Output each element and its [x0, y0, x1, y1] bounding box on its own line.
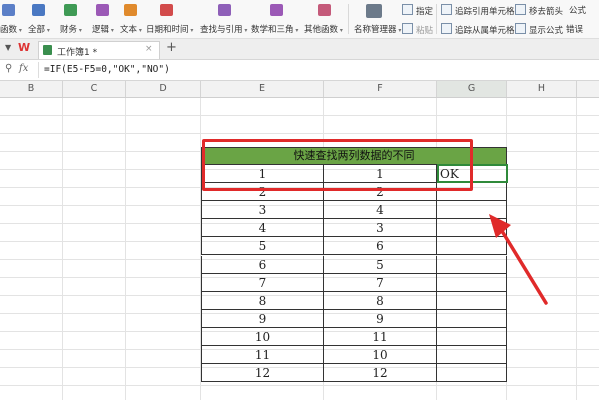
table-cell-f[interactable]: 4	[324, 201, 437, 219]
specify-icon	[402, 4, 413, 15]
fx-icon[interactable]: fx	[19, 63, 28, 74]
table-cell-f[interactable]: 5	[324, 256, 437, 274]
text-icon	[124, 4, 137, 16]
table-cell-f[interactable]: 6	[324, 237, 437, 255]
column-header-e[interactable]: E	[201, 81, 324, 97]
logic-icon	[96, 4, 109, 16]
trace-precedents-icon	[441, 4, 452, 15]
paste-icon	[402, 23, 413, 34]
table-cell-e[interactable]: 10	[201, 328, 324, 346]
column-header-c[interactable]: C	[63, 81, 126, 97]
new-tab-button[interactable]: +	[166, 40, 177, 55]
column-header-b[interactable]: B	[0, 81, 63, 97]
function-icon	[2, 4, 15, 16]
math-icon	[270, 4, 283, 16]
show-formula-button[interactable]: 显示公式	[515, 23, 563, 36]
lookup-icon	[218, 4, 231, 16]
app-logo-icon: W	[18, 41, 31, 54]
close-tab-icon[interactable]: ×	[145, 44, 153, 54]
grid-line	[62, 98, 63, 400]
divider	[436, 4, 437, 34]
divider	[38, 62, 39, 78]
tab-workbook1[interactable]: 工作簿1 * ×	[38, 41, 160, 59]
zoom-icon[interactable]: ⚲	[5, 63, 12, 74]
divider	[348, 4, 349, 34]
remove-arrows-icon	[515, 4, 526, 15]
specify-button[interactable]: 指定	[402, 4, 433, 17]
grid-line	[125, 98, 126, 400]
formula-bar: ⚲ fx =IF(E5-F5=0,"OK","NO")	[0, 60, 599, 81]
table-cell-f[interactable]: 3	[324, 219, 437, 237]
spreadsheet-icon	[43, 45, 52, 55]
show-formula-icon	[515, 23, 526, 34]
column-header-row: B C D E F G H	[0, 81, 599, 98]
finance-icon	[64, 4, 77, 16]
table-cell-e[interactable]: 8	[201, 292, 324, 310]
table-cell-f[interactable]: 11	[324, 328, 437, 346]
ribbon-toolbar: 函数 全部 财务 逻辑 文本 日期和时间 查找与引用 数学和三角 其他函数 名称…	[0, 0, 599, 39]
grid-line	[576, 98, 577, 400]
table-cell-e[interactable]: 11	[201, 346, 324, 364]
table-cell-e[interactable]: 6	[201, 256, 324, 274]
table-cell-e[interactable]: 9	[201, 310, 324, 328]
table-cell-f[interactable]: 10	[324, 346, 437, 364]
remove-arrows-button[interactable]: 移去箭头	[515, 4, 563, 17]
table-cell-e[interactable]: 5	[201, 237, 324, 255]
paste-button[interactable]: 粘贴	[402, 23, 433, 36]
table-cell-f[interactable]: 9	[324, 310, 437, 328]
table-cell-e[interactable]: 4	[201, 219, 324, 237]
table-cell-f[interactable]: 7	[324, 274, 437, 292]
trace-dependents-button[interactable]: 追踪从属单元格	[441, 23, 515, 36]
more-functions-icon	[318, 4, 331, 16]
table-cell-g[interactable]	[437, 328, 507, 346]
red-arrow-icon	[489, 214, 548, 305]
document-tab-bar: ▼ W 工作簿1 * × +	[0, 39, 599, 60]
column-header-h[interactable]: H	[507, 81, 577, 97]
highlight-box	[202, 139, 473, 191]
chevron-down-icon[interactable]: ▼	[5, 43, 11, 52]
column-header-g[interactable]: G	[437, 81, 507, 97]
column-header-f[interactable]: F	[324, 81, 437, 97]
error-check-button[interactable]: 错误	[566, 23, 583, 35]
sigma-icon	[32, 4, 45, 16]
table-cell-g[interactable]	[437, 364, 507, 382]
column-header-d[interactable]: D	[126, 81, 201, 97]
trace-precedents-button[interactable]: 追踪引用单元格	[441, 4, 515, 17]
name-manager-icon	[366, 4, 382, 18]
table-cell-e[interactable]: 12	[201, 364, 324, 382]
table-cell-e[interactable]: 7	[201, 274, 324, 292]
table-cell-g[interactable]	[437, 346, 507, 364]
clock-icon	[160, 4, 173, 16]
formula-button[interactable]: 公式	[569, 4, 586, 16]
table-cell-f[interactable]: 8	[324, 292, 437, 310]
trace-dependents-icon	[441, 23, 452, 34]
formula-input[interactable]: =IF(E5-F5=0,"OK","NO")	[44, 64, 170, 75]
table-cell-f[interactable]: 12	[324, 364, 437, 382]
table-cell-e[interactable]: 3	[201, 201, 324, 219]
